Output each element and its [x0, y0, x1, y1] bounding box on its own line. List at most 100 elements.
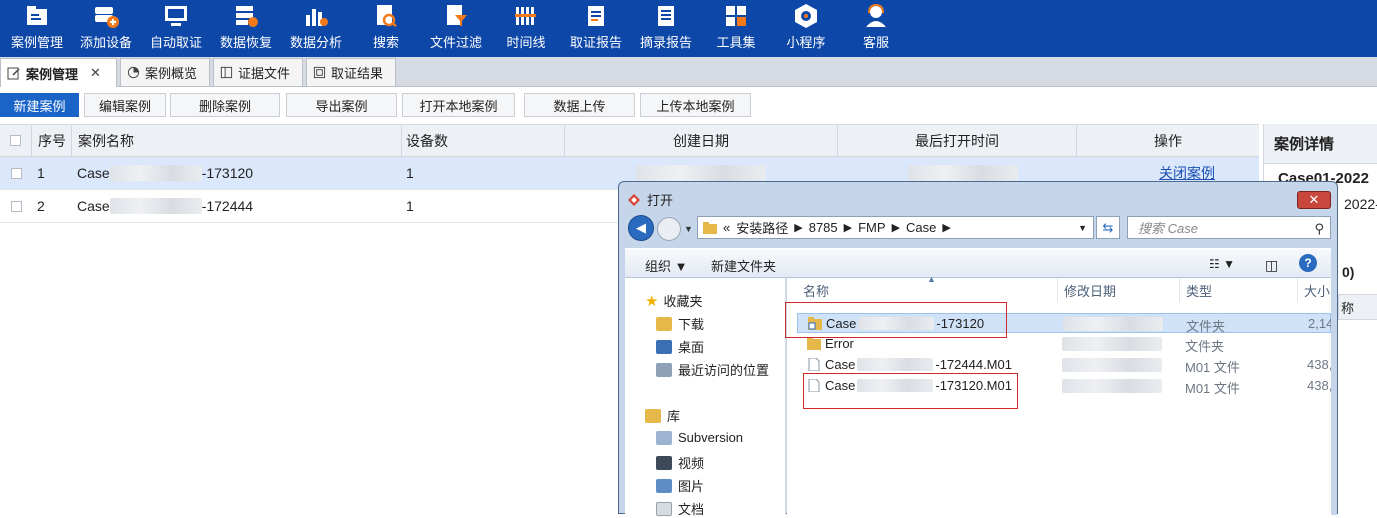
nav-desktop[interactable]: 桌面	[656, 337, 704, 356]
toolbar-mini-program[interactable]: 小程序	[771, 0, 841, 57]
tab-case-overview[interactable]: 案例概览	[120, 58, 210, 86]
tab-evidence-files[interactable]: 证据文件	[213, 58, 303, 86]
recover-icon	[236, 6, 258, 27]
case-name-cell: Case -173120	[77, 157, 253, 189]
address-dropdown-icon[interactable]: ▼	[1078, 223, 1087, 233]
toolbar-file-filter[interactable]: 文件过滤	[421, 0, 491, 57]
export-case-button[interactable]: 导出案例	[286, 93, 397, 117]
search-icon[interactable]: ⚲	[1314, 221, 1324, 237]
toolbar-forensic-report[interactable]: 取证报告	[561, 0, 631, 57]
breadcrumb-case[interactable]: Case	[906, 220, 936, 235]
tab-close-icon[interactable]: ✕	[90, 65, 101, 81]
detail-column-header: 称	[1338, 294, 1377, 320]
back-arrow-icon[interactable]: ◀	[628, 215, 654, 241]
nav-label: 桌面	[678, 340, 705, 355]
breadcrumb-fmp[interactable]: FMP	[858, 220, 885, 235]
new-case-button[interactable]: 新建案例	[0, 93, 79, 117]
redacted-text	[109, 198, 202, 214]
breadcrumb-install-path[interactable]: 安装路径	[736, 218, 788, 237]
toolbar-customer-service[interactable]: 客服	[841, 0, 911, 57]
nav-recent-places[interactable]: 最近访问的位置	[656, 360, 769, 379]
open-local-case-button[interactable]: 打开本地案例	[402, 93, 515, 117]
row-checkbox[interactable]	[0, 190, 32, 222]
nav-label: 库	[667, 409, 681, 424]
row-checkbox[interactable]	[0, 157, 32, 189]
address-bar[interactable]: « 安装路径 ▶ 8785 ▶ FMP ▶ Case ▶ ▼	[697, 216, 1094, 239]
nav-downloads[interactable]: 下载	[656, 314, 704, 333]
view-options-icon[interactable]: ☷ ▼	[1209, 257, 1235, 271]
tab-label: 证据文件	[238, 66, 291, 81]
toolbar-auto-forensics[interactable]: 自动取证	[141, 0, 211, 57]
dialog-close-button[interactable]: ✕	[1297, 191, 1331, 209]
column-type[interactable]: 类型	[1180, 278, 1298, 302]
upload-local-case-button[interactable]: 上传本地案例	[640, 93, 751, 117]
toolbar-data-analysis[interactable]: 数据分析	[281, 0, 351, 57]
nav-label: 视频	[678, 456, 705, 471]
nav-subversion[interactable]: Subversion	[656, 430, 743, 445]
nav-documents[interactable]: 文档	[656, 499, 704, 518]
tab-case-management[interactable]: 案例管理 ✕	[0, 58, 117, 87]
file-type: 文件夹	[1185, 339, 1225, 354]
tab-forensic-results[interactable]: 取证结果	[306, 58, 396, 86]
edit-case-button[interactable]: 编辑案例	[84, 93, 166, 117]
new-folder-button[interactable]: 新建文件夹	[711, 256, 776, 275]
toolbar-search[interactable]: 搜索	[351, 0, 421, 57]
nav-libraries[interactable]: 库	[645, 406, 680, 425]
file-row[interactable]: Case -172444.M01 M01 文件 438,	[797, 355, 1333, 375]
header-created-date[interactable]: 创建日期	[565, 125, 838, 156]
folder-icon	[703, 221, 717, 234]
nav-videos[interactable]: 视频	[656, 453, 704, 472]
toolbar-timeline[interactable]: 时间线	[491, 0, 561, 57]
toolbar-toolset[interactable]: 工具集	[701, 0, 771, 57]
history-dropdown-icon[interactable]: ▼	[684, 224, 693, 234]
help-icon[interactable]: ?	[1299, 254, 1317, 272]
command-bar: 组织 ▼ 新建文件夹 ☷ ▼ ◫ ?	[625, 248, 1331, 278]
column-modified[interactable]: 修改日期	[1058, 278, 1180, 302]
column-name[interactable]: 名称 ▲	[797, 274, 1058, 302]
header-case-name[interactable]: 案例名称	[72, 125, 402, 156]
toolbar-excerpt-report[interactable]: 摘录报告	[631, 0, 701, 57]
detail-title: 案例详情	[1264, 124, 1377, 164]
tab-label: 案例管理	[26, 66, 79, 82]
chevron-right-icon[interactable]: ▶	[844, 221, 852, 234]
tab-label: 取证结果	[331, 66, 384, 81]
header-operations: 操作	[1154, 132, 1182, 149]
detail-date: 2022-	[1344, 196, 1377, 212]
header-last-opened[interactable]: 最后打开时间	[838, 125, 1077, 156]
header-device-count[interactable]: 设备数	[402, 125, 565, 156]
chevron-right-icon[interactable]: ▶	[794, 221, 802, 234]
upload-data-button[interactable]: 数据上传	[524, 93, 635, 117]
forward-arrow-icon[interactable]	[657, 217, 681, 241]
chevron-right-icon[interactable]: ▶	[892, 221, 900, 234]
video-icon	[656, 455, 672, 470]
row-index: 1	[37, 165, 45, 181]
toolbar-data-recovery[interactable]: 数据恢复	[211, 0, 281, 57]
preview-pane-icon[interactable]: ◫	[1265, 257, 1278, 274]
refresh-icon[interactable]: ⇆	[1096, 216, 1120, 239]
nav-pictures[interactable]: 图片	[656, 476, 704, 495]
breadcrumb-overflow[interactable]: «	[723, 220, 730, 235]
nav-favorites[interactable]: ★ 收藏夹	[645, 291, 702, 310]
organize-button[interactable]: 组织 ▼	[645, 256, 687, 275]
select-all-checkbox[interactable]	[0, 125, 32, 156]
chevron-right-icon[interactable]: ▶	[942, 221, 950, 234]
highlight-box-m01	[803, 373, 1018, 409]
breadcrumb-8785[interactable]: 8785	[809, 220, 838, 235]
folder-icon	[807, 337, 821, 350]
dialog-scrollbar[interactable]	[1331, 248, 1337, 515]
sort-up-icon: ▲	[927, 274, 936, 284]
toolbar-label: 工具集	[716, 35, 756, 50]
delete-case-button[interactable]: 删除案例	[170, 93, 280, 117]
toolbar-label: 自动取证	[149, 35, 202, 50]
open-file-dialog: 打开 ✕ ◀ ▼ « 安装路径 ▶ 8785 ▶ FMP ▶ Case ▶ ▼ …	[618, 181, 1338, 517]
star-icon: ★	[645, 292, 659, 310]
case-name-suffix: -172444	[201, 198, 254, 214]
column-size[interactable]: 大小	[1298, 278, 1331, 302]
toolbar-add-device[interactable]: 添加设备	[71, 0, 141, 57]
toolbar-case-management[interactable]: 案例管理	[2, 0, 72, 57]
search-input[interactable]: 搜索 Case ⚲	[1127, 216, 1331, 239]
toolbar-label: 搜索	[372, 35, 399, 50]
detail-count: 0)	[1342, 264, 1355, 280]
pictures-icon	[656, 478, 672, 493]
file-size: 438,	[1307, 357, 1333, 372]
